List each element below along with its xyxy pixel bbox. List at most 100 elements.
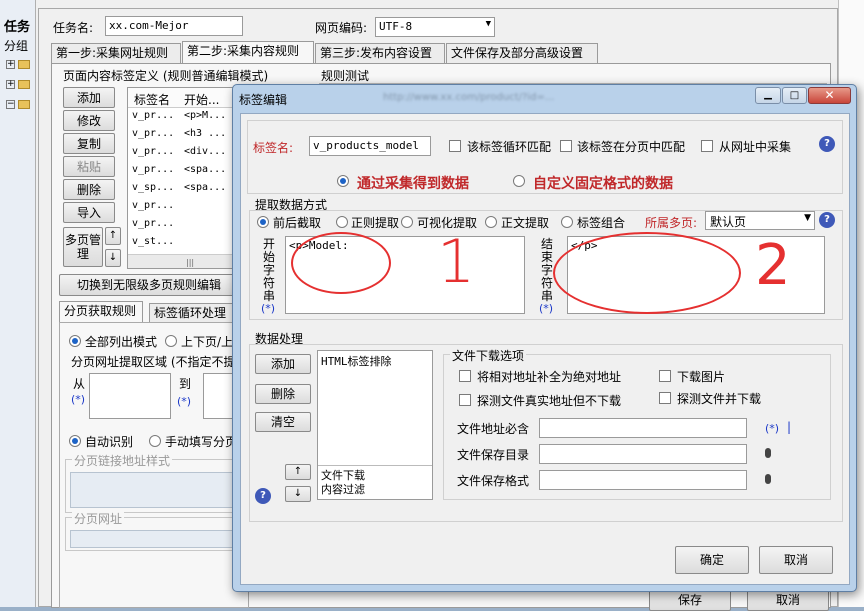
tag-start-cell: <spa... — [184, 164, 227, 175]
help-icon[interactable]: ? — [819, 212, 835, 228]
tab-step1[interactable]: 第一步:采集网址规则 — [51, 43, 181, 63]
must-contain-star-link[interactable]: (*) — [765, 422, 779, 435]
tab-paging-rules[interactable]: 分页获取规则 — [59, 301, 143, 323]
probe-no-download-label: 探测文件真实地址但不下载 — [477, 394, 622, 408]
custom-radio[interactable] — [513, 175, 525, 187]
download-image-checkbox[interactable] — [659, 370, 671, 382]
tree-expand-icon[interactable]: − — [6, 100, 15, 109]
updown-radio[interactable] — [165, 335, 177, 347]
method-radio-3[interactable] — [485, 216, 497, 228]
proc-list-bottom-item[interactable]: 内容过滤 — [321, 481, 365, 497]
tag-name-input[interactable]: v_products_model — [309, 136, 431, 156]
proc-up-button[interactable]: ↑ — [285, 464, 311, 480]
tree-expand-icon[interactable]: + — [6, 80, 15, 89]
tag-table[interactable]: 标签名 开始... v_pr... <p>M... v_pr... <h3 ... v_… — [127, 87, 239, 269]
save-button[interactable]: 保存 — [649, 589, 731, 611]
table-row[interactable]: v_pr... <p>M... — [128, 110, 238, 127]
list-all-label: 全部列出模式 — [85, 335, 158, 349]
table-row[interactable]: v_pr... — [128, 218, 238, 235]
proc-add-button[interactable]: 添加 — [255, 354, 311, 374]
import-button[interactable]: 导入 — [63, 202, 115, 223]
proc-list-divider — [318, 465, 432, 466]
method-radio-2[interactable] — [401, 216, 413, 228]
probe-download-checkbox[interactable] — [659, 392, 671, 404]
table-row[interactable]: v_pr... <spa... — [128, 164, 238, 181]
task-name-input[interactable]: xx.com-Mejor — [105, 16, 243, 36]
method-label-4: 标签组合 — [577, 216, 626, 230]
save-dir-input[interactable] — [539, 444, 747, 464]
dialog-titlebar[interactable]: 标签编辑 http://www.xx.com/product/?id=... ▁… — [233, 85, 856, 111]
abs-url-checkbox[interactable] — [459, 370, 471, 382]
tag-name-cell: v_pr... — [132, 200, 175, 211]
switch-multipage-button[interactable]: 切换到无限级多页规则编辑 — [59, 274, 239, 296]
manual-radio[interactable] — [149, 435, 161, 447]
to-star-link[interactable]: (*) — [177, 395, 191, 408]
probe-no-download-checkbox[interactable] — [459, 394, 471, 406]
paging-match-checkbox[interactable] — [560, 140, 572, 152]
tag-start-cell: <spa... — [184, 182, 227, 193]
from-url-checkbox[interactable] — [701, 140, 713, 152]
save-format-input[interactable] — [539, 470, 747, 490]
move-up-button[interactable]: ↑ — [105, 227, 121, 245]
tab-step3[interactable]: 第三步:发布内容设置 — [315, 43, 445, 63]
from-star-link[interactable]: (*) — [71, 393, 85, 406]
encoding-select[interactable]: UTF-8 ▼ — [375, 17, 495, 37]
proc-list-item[interactable]: HTML标签排除 — [321, 353, 392, 369]
move-down-button[interactable]: ↓ — [105, 249, 121, 267]
tab-tag-loop[interactable]: 标签循环处理 — [149, 303, 239, 323]
pin-icon[interactable] — [765, 448, 771, 458]
dialog-cancel-button[interactable]: 取消 — [759, 546, 833, 574]
tab-step2[interactable]: 第二步:采集内容规则 — [182, 41, 314, 63]
method-radio-0[interactable] — [257, 216, 269, 228]
proc-delete-button[interactable]: 删除 — [255, 384, 311, 404]
end-star-link[interactable]: (*) — [539, 302, 553, 315]
tab-step4[interactable]: 文件保存及部分高级设置 — [446, 43, 598, 63]
tree-expand-icon[interactable]: + — [6, 60, 15, 69]
table-row[interactable]: v_st... — [128, 236, 238, 253]
page-url-input[interactable] — [70, 530, 240, 548]
scroll-thumb[interactable]: ||| — [186, 258, 194, 267]
link-style-group: 分页链接地址样式 — [65, 452, 245, 513]
method-radio-1[interactable] — [336, 216, 348, 228]
col-start-header[interactable]: 开始... — [184, 91, 219, 108]
folder-icon — [18, 80, 30, 89]
table-row[interactable]: v_sp... <spa... — [128, 182, 238, 199]
copy-button[interactable]: 复制 — [63, 133, 115, 154]
from-input[interactable] — [89, 373, 171, 419]
link-style-input[interactable] — [70, 472, 240, 508]
help-icon[interactable]: ? — [819, 136, 835, 152]
help-icon[interactable]: ? — [255, 488, 271, 504]
proc-list[interactable]: HTML标签排除 文件下载 内容过滤 — [317, 350, 433, 500]
loop-match-checkbox[interactable] — [449, 140, 461, 152]
must-contain-input[interactable] — [539, 418, 747, 438]
multipage-button[interactable]: 多页管理 — [63, 227, 103, 267]
delete-button[interactable]: 删除 — [63, 179, 115, 200]
minimize-button[interactable]: ▁ — [755, 87, 781, 104]
maximize-button[interactable]: □ — [782, 87, 807, 104]
back-cancel-button[interactable]: 取消 — [747, 589, 829, 611]
proc-clear-button[interactable]: 清空 — [255, 412, 311, 432]
ok-button[interactable]: 确定 — [675, 546, 749, 574]
table-row[interactable]: v_pr... — [128, 200, 238, 217]
auto-radio[interactable] — [69, 435, 81, 447]
method-label-0: 前后截取 — [273, 216, 322, 230]
table-header: 标签名 开始... — [128, 88, 238, 108]
table-row[interactable]: v_pr... <div... — [128, 146, 238, 163]
paste-button[interactable]: 粘贴 — [63, 156, 115, 177]
add-button[interactable]: 添加 — [63, 87, 115, 108]
horizontal-scrollbar[interactable]: ||| — [128, 254, 238, 268]
belong-page-select[interactable]: 默认页 ▼ — [705, 211, 815, 230]
list-all-radio[interactable] — [69, 335, 81, 347]
col-name-header[interactable]: 标签名 — [134, 91, 170, 108]
pin-icon[interactable] — [765, 474, 771, 484]
collect-radio[interactable] — [337, 175, 349, 187]
proc-down-button[interactable]: ↓ — [285, 486, 311, 502]
encoding-label: 网页编码: — [315, 21, 368, 35]
close-button[interactable]: ✕ — [808, 87, 851, 104]
table-row[interactable]: v_pr... <h3 ... — [128, 128, 238, 145]
start-star-link[interactable]: (*) — [261, 302, 275, 315]
edit-button[interactable]: 修改 — [63, 110, 115, 131]
test-title: 规则测试 — [321, 69, 370, 83]
manual-label: 手动填写分页 — [165, 435, 238, 449]
method-radio-4[interactable] — [561, 216, 573, 228]
